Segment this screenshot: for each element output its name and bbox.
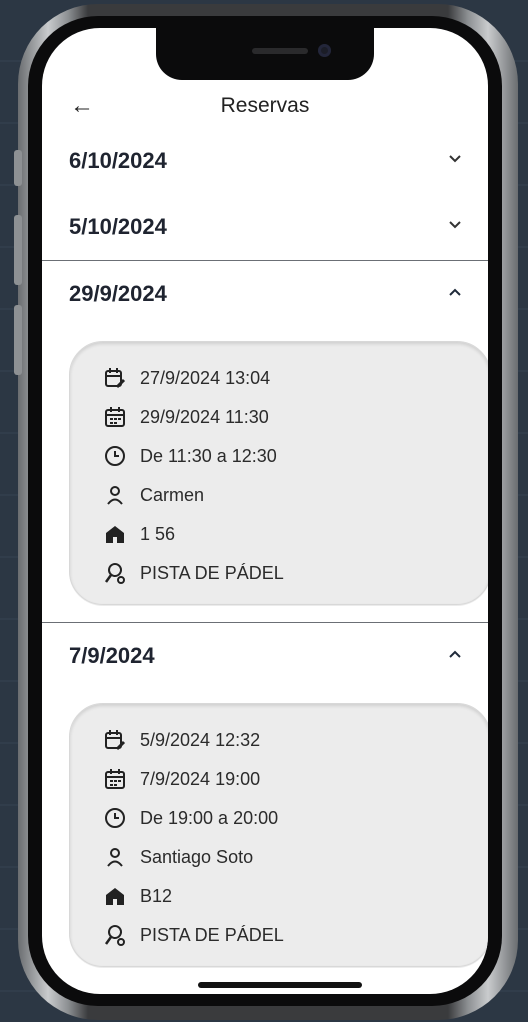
calendar-icon [105,769,125,789]
person-name: Santiago Soto [140,846,254,867]
calendar-edit-icon [105,730,126,751]
calendar-icon [105,407,125,427]
home-unit: 1 56 [140,523,176,544]
facility-row: PISTA DE PÁDEL [104,921,284,949]
time-range: De 11:30 a 12:30 [140,445,277,466]
page-title: Reservas [220,94,310,117]
group-date: 6/10/2024 [69,148,167,173]
person-row: Santiago Soto [104,843,253,871]
group-date: 29/9/2024 [69,281,167,306]
notch [156,28,374,80]
group-date: 7/9/2024 [69,643,155,668]
camera-icon [318,44,331,57]
facility-row: PISTA DE PÁDEL [104,559,284,587]
date-row: 29/9/2024 11:30 [104,403,269,431]
home-icon [106,888,124,905]
reservation-datetime: 7/9/2024 19:00 [140,768,261,789]
side-button-mute [14,150,22,186]
reservation-group-header[interactable]: 5/10/2024 [42,194,488,260]
created-row: 5/9/2024 12:32 [104,726,260,754]
created-row: 27/9/2024 13:04 [104,364,270,392]
home-indicator[interactable] [198,982,362,988]
side-button-volume-up [14,215,22,285]
home-unit: B12 [140,885,173,906]
reservation-group-header[interactable]: 29/9/2024 [42,261,488,327]
padel-racket-icon [104,563,125,584]
home-row: 1 56 [104,520,175,548]
speaker-grille [252,48,308,54]
person-name: Carmen [140,484,205,505]
top-bar: ← Reservas [42,88,488,128]
clock-icon [105,446,125,466]
created-datetime: 27/9/2024 13:04 [140,367,271,388]
reservation-group-header[interactable]: 7/9/2024 [42,623,488,689]
home-icon [106,526,124,543]
chevron-up-icon[interactable] [446,645,464,663]
time-range: De 19:00 a 20:00 [140,807,279,828]
facility-name: PISTA DE PÁDEL [140,562,284,583]
clock-icon [105,808,125,828]
person-row: Carmen [104,481,204,509]
time-row: De 19:00 a 20:00 [104,804,278,832]
home-row: B12 [104,882,172,910]
person-icon [107,486,123,505]
reservation-card[interactable]: 27/9/2024 13:04 29/9/2024 11:30 De 11:30… [69,341,488,605]
padel-racket-icon [104,925,125,946]
chevron-down-icon[interactable] [446,216,464,234]
date-row: 7/9/2024 19:00 [104,765,260,793]
facility-name: PISTA DE PÁDEL [140,924,284,945]
reservation-datetime: 29/9/2024 11:30 [140,406,269,427]
app-screen: ← Reservas 6/10/2024 5/10/2024 29/9/2024… [42,28,488,994]
reservation-card[interactable]: 5/9/2024 12:32 7/9/2024 19:00 De 19:00 a… [69,703,488,967]
person-icon [107,848,123,867]
chevron-up-icon[interactable] [446,283,464,301]
chevron-down-icon[interactable] [446,150,464,168]
calendar-edit-icon [105,368,126,389]
group-date: 5/10/2024 [69,214,167,239]
time-row: De 11:30 a 12:30 [104,442,277,470]
side-button-volume-down [14,305,22,375]
reservation-group-header[interactable]: 6/10/2024 [42,128,488,194]
created-datetime: 5/9/2024 12:32 [140,729,261,750]
